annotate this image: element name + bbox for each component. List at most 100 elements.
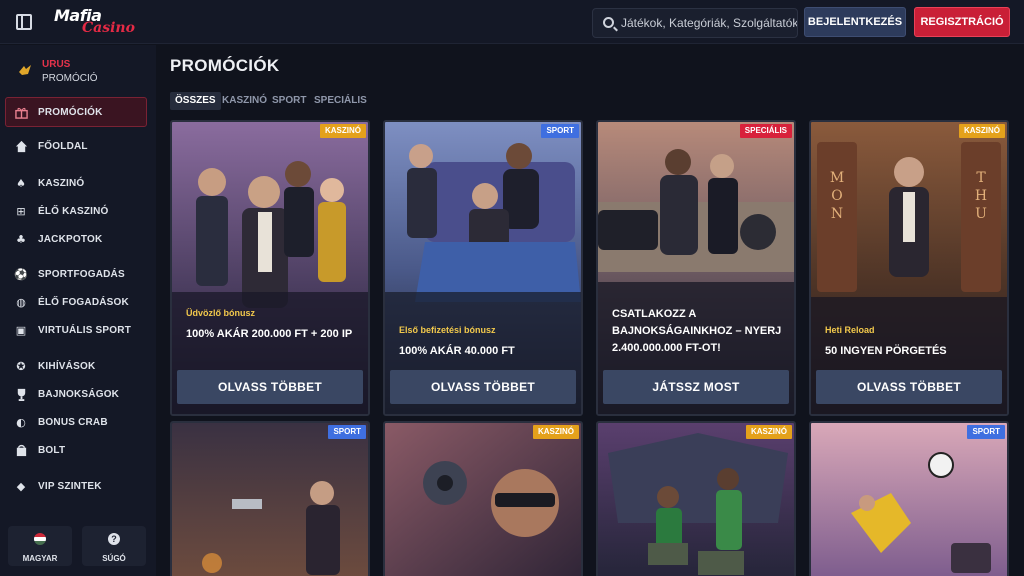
promo-card-image [811, 423, 1007, 576]
read-more-button[interactable]: OLVASS TÖBBET [816, 370, 1002, 404]
category-badge: SPORT [328, 425, 366, 439]
category-badge: KASZINÓ [959, 124, 1005, 138]
spade-icon: ♠ [16, 176, 26, 190]
diamond-icon: ◆ [16, 479, 26, 493]
promo-card-weekly-reload[interactable]: M O N T H U KASZINÓ Heti Reload 50 INGYE… [809, 120, 1009, 416]
promo-card-welcome-bonus[interactable]: KASZINÓ Üdvözlő bónusz 100% AKÁR 200.000… [170, 120, 370, 416]
sidebar-item-bonus-crab[interactable]: ◐ BONUS CRAB [14, 412, 150, 432]
register-button[interactable]: REGISZTRÁCIÓ [914, 7, 1010, 37]
svg-text:T: T [976, 170, 986, 186]
help-label: SÚGÓ [102, 554, 126, 563]
sidebar-item-label: VIRTUÁLIS SPORT [38, 324, 132, 336]
category-badge: SPORT [967, 425, 1005, 439]
promo-card-image [172, 423, 368, 576]
sidebar-item-label: FŐOLDAL [38, 140, 88, 152]
help-icon: ? [108, 533, 120, 545]
login-button[interactable]: BEJELENTKEZÉS [804, 7, 906, 37]
tab-sport[interactable]: SPORT [272, 92, 306, 110]
sidebar-item-label: ÉLŐ FOGADÁSOK [38, 296, 129, 308]
bull-icon [19, 65, 31, 75]
sidebar-item-label: VIP SZINTEK [38, 480, 102, 492]
promo-card-sport-3[interactable]: SPORT [809, 421, 1009, 576]
clover-icon: ♣ [16, 232, 26, 246]
sidebar-item-label: BAJNOKSÁGOK [38, 388, 120, 400]
sidebar-item-label: PROMÓCIÓK [38, 106, 103, 118]
urus-promo-link[interactable]: URUS PROMÓCIÓ [14, 57, 144, 91]
promo-card-image [598, 423, 794, 576]
ball-icon: ⚽ [14, 267, 28, 281]
gift-icon [14, 105, 28, 119]
live-bet-icon: ◍ [16, 295, 26, 309]
trophy-icon [14, 387, 28, 401]
sidebar-item-vip-levels[interactable]: ◆ VIP SZINTEK [14, 476, 150, 496]
search-icon [603, 17, 614, 28]
top-header: Mafia Casino BEJELENTKEZÉS REGISZTRÁCIÓ [0, 0, 1024, 44]
home-icon [14, 139, 28, 153]
tab-special[interactable]: SPECIÁLIS [314, 92, 367, 110]
svg-text:U: U [975, 206, 987, 222]
tab-casino[interactable]: KASZINÓ [222, 92, 267, 110]
promo-card-sport-2[interactable]: SPORT [170, 421, 370, 576]
sidebar-item-live-bets[interactable]: ◍ ÉLŐ FOGADÁSOK [14, 292, 150, 312]
shop-icon [14, 443, 28, 457]
tab-all[interactable]: ÖSSZES [170, 92, 221, 110]
svg-text:O: O [831, 188, 842, 204]
category-badge: KASZINÓ [533, 425, 579, 439]
promo-card-title: 50 INGYEN PÖRGETÉS [825, 345, 947, 357]
promo-card-tournaments[interactable]: SPECIÁLIS CSATLAKOZZ A BAJNOKSÁGAINKHOZ … [596, 120, 796, 416]
sidebar-toggle-icon[interactable] [16, 14, 32, 30]
sidebar-item-label: BONUS CRAB [38, 416, 108, 428]
sidebar-item-tournaments[interactable]: BAJNOKSÁGOK [14, 384, 150, 404]
language-button[interactable]: MAGYAR [8, 526, 72, 566]
language-label: MAGYAR [22, 554, 58, 563]
sidebar-item-live-casino[interactable]: ⊞ ÉLŐ KASZINÓ [14, 201, 150, 221]
search-input[interactable] [621, 9, 797, 37]
site-logo[interactable]: Mafia Casino [54, 6, 135, 38]
category-badge: SPORT [541, 124, 579, 138]
sidebar-item-home[interactable]: FŐOLDAL [14, 136, 150, 156]
crab-icon: ◐ [16, 415, 26, 429]
svg-text:H: H [975, 188, 987, 204]
sidebar-item-casino[interactable]: ♠ KASZINÓ [14, 173, 150, 193]
challenge-icon: ✪ [16, 359, 26, 373]
logo-sub-text: Casino [82, 20, 135, 36]
sidebar-item-shop[interactable]: BOLT [14, 440, 150, 460]
read-more-button[interactable]: OLVASS TÖBBET [177, 370, 363, 404]
sidebar-item-label: KASZINÓ [38, 177, 85, 189]
search-box [592, 8, 798, 38]
category-badge: KASZINÓ [746, 425, 792, 439]
promo-card-subtitle: Első befizetési bónusz [399, 325, 496, 335]
promo-card-first-deposit[interactable]: SPORT Első befizetési bónusz 100% AKÁR 4… [383, 120, 583, 416]
sidebar-item-challenges[interactable]: ✪ KIHÍVÁSOK [14, 356, 150, 376]
sidebar: URUS PROMÓCIÓ PROMÓCIÓK FŐOLDAL ♠ KASZIN… [0, 45, 156, 576]
sidebar-item-label: KIHÍVÁSOK [38, 360, 96, 372]
promo-card-subtitle: Heti Reload [825, 325, 875, 335]
svg-text:M: M [830, 170, 844, 186]
promo-card-casino-2[interactable]: KASZINÓ [383, 421, 583, 576]
svg-text:N: N [831, 206, 843, 222]
promo-card-subtitle: Üdvözlő bónusz [186, 308, 255, 318]
promo-hero-title: URUS [42, 59, 71, 70]
category-badge: KASZINÓ [320, 124, 366, 138]
live-casino-icon: ⊞ [16, 204, 26, 218]
sidebar-item-label: ÉLŐ KASZINÓ [38, 205, 109, 217]
promo-card-image [385, 423, 581, 576]
sidebar-item-virtual-sports[interactable]: ▣ VIRTUÁLIS SPORT [14, 320, 150, 340]
sidebar-item-label: JACKPOTOK [38, 233, 103, 245]
promo-card-casino-3[interactable]: KASZINÓ [596, 421, 796, 576]
sidebar-item-sports-betting[interactable]: ⚽ SPORTFOGADÁS [14, 264, 150, 284]
sidebar-item-promotions[interactable]: PROMÓCIÓK [5, 97, 147, 127]
hungary-flag-icon [34, 533, 46, 545]
sidebar-item-jackpots[interactable]: ♣ JACKPOTOK [14, 229, 150, 249]
help-button[interactable]: ? SÚGÓ [82, 526, 146, 566]
promo-card-title: 100% AKÁR 40.000 FT [399, 345, 515, 357]
promo-card-title: CSATLAKOZZ A BAJNOKSÁGAINKHOZ – NYERJ 2.… [612, 308, 782, 354]
sidebar-item-label: SPORTFOGADÁS [38, 268, 125, 280]
sidebar-item-label: BOLT [38, 444, 66, 456]
page-title: PROMÓCIÓK [170, 56, 280, 75]
promo-hero-subtitle: PROMÓCIÓ [42, 73, 98, 84]
play-now-button[interactable]: JÁTSSZ MOST [603, 370, 789, 404]
category-badge: SPECIÁLIS [739, 124, 792, 138]
read-more-button[interactable]: OLVASS TÖBBET [390, 370, 576, 404]
virtual-sport-icon: ▣ [15, 323, 27, 337]
